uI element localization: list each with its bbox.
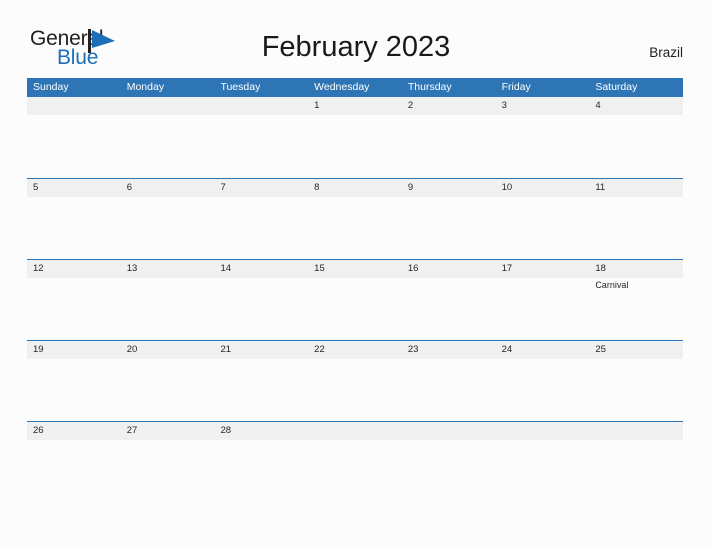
- weekday-header-tuesday: Tuesday: [220, 81, 261, 93]
- calendar-day-cell[interactable]: 2: [402, 97, 496, 178]
- day-number: 19: [33, 344, 44, 355]
- day-number: 28: [220, 425, 232, 436]
- calendar-day-cell[interactable]: [589, 422, 683, 502]
- day-number: 24: [501, 344, 513, 355]
- page-title: February 2023: [261, 31, 451, 63]
- day-number: 26: [33, 425, 44, 436]
- calendar-day-cell[interactable]: 11: [589, 179, 683, 259]
- day-number: 14: [220, 263, 232, 274]
- weekday-header-saturday: Saturday: [595, 81, 638, 93]
- calendar-day-cell[interactable]: 10: [496, 179, 590, 259]
- calendar-day-cell[interactable]: [214, 97, 308, 178]
- calendar-weeks: 1 2 3 4 5 6 7 8 9 10 11 12 13 14 15 16 17 18 Carnival 19 20 2…: [27, 97, 683, 502]
- day-number: 20: [126, 344, 138, 355]
- calendar-day-cell[interactable]: 8: [308, 179, 402, 259]
- day-number: 18: [595, 263, 606, 274]
- day-event-list: Carnival: [595, 279, 683, 291]
- calendar-day-cell[interactable]: 6: [121, 179, 215, 259]
- day-number: 9: [407, 182, 414, 193]
- day-number: 13: [126, 263, 138, 274]
- day-number: 3: [501, 100, 507, 111]
- day-number: 15: [314, 263, 325, 274]
- calendar-day-cell[interactable]: [27, 97, 121, 178]
- calendar-day-cell[interactable]: 1: [308, 97, 402, 178]
- weekday-header-monday: Monday: [126, 81, 165, 93]
- day-number: 25: [595, 344, 606, 355]
- calendar-day-cell[interactable]: 18 Carnival: [589, 260, 683, 340]
- calendar-day-cell[interactable]: 17: [496, 260, 590, 340]
- weekday-header-thursday: Thursday: [407, 81, 452, 93]
- calendar-day-cell[interactable]: [121, 97, 215, 178]
- calendar-week-row: 26 27 28: [27, 421, 683, 502]
- day-number: 16: [407, 263, 419, 274]
- day-number: 17: [501, 263, 513, 274]
- week-cells: 19 20 21 22 23 24 25: [27, 341, 683, 421]
- day-number: 22: [314, 344, 325, 355]
- calendar-day-cell[interactable]: 20: [121, 341, 215, 421]
- calendar-day-cell[interactable]: 24: [496, 341, 590, 421]
- day-number: 12: [33, 263, 44, 274]
- page-header: General Blue February 2023 Brazil: [0, 0, 712, 78]
- calendar-day-cell[interactable]: 9: [402, 179, 496, 259]
- calendar-day-cell[interactable]: [496, 422, 590, 502]
- day-number: 7: [220, 182, 226, 193]
- weekday-header-sunday: Sunday: [33, 81, 69, 93]
- calendar-day-cell[interactable]: 25: [589, 341, 683, 421]
- day-number: 11: [595, 182, 606, 193]
- weekday-header-wednesday: Wednesday: [314, 81, 370, 93]
- week-cells: 5 6 7 8 9 10 11: [27, 179, 683, 259]
- calendar-day-cell[interactable]: 23: [402, 341, 496, 421]
- day-number: 21: [220, 344, 232, 355]
- calendar-day-cell[interactable]: 16: [402, 260, 496, 340]
- calendar-week-row: 19 20 21 22 23 24 25: [27, 340, 683, 421]
- week-cells: 26 27 28: [27, 422, 683, 502]
- weekday-header-row: Sunday Monday Tuesday Wednesday Thursday…: [27, 78, 683, 97]
- calendar-day-cell[interactable]: 13: [121, 260, 215, 340]
- calendar-day-cell[interactable]: 15: [308, 260, 402, 340]
- week-cells: 12 13 14 15 16 17 18 Carnival: [27, 260, 683, 340]
- calendar-day-cell[interactable]: [308, 422, 402, 502]
- day-number: 5: [33, 182, 39, 193]
- calendar-day-cell[interactable]: 19: [27, 341, 121, 421]
- calendar-day-cell[interactable]: 14: [214, 260, 308, 340]
- calendar-day-cell[interactable]: 3: [496, 97, 590, 178]
- region-label: Brazil: [649, 45, 683, 60]
- weekday-header-friday: Friday: [501, 81, 531, 93]
- calendar-day-cell[interactable]: 22: [308, 341, 402, 421]
- calendar-day-cell[interactable]: 28: [214, 422, 308, 502]
- calendar-day-cell[interactable]: 21: [214, 341, 308, 421]
- calendar-day-cell[interactable]: 26: [27, 422, 121, 502]
- day-number: 27: [126, 425, 138, 436]
- week-cells: 1 2 3 4: [27, 97, 683, 178]
- calendar-day-cell[interactable]: 5: [27, 179, 121, 259]
- calendar-week-row: 12 13 14 15 16 17 18 Carnival: [27, 259, 683, 340]
- day-number: 6: [126, 182, 133, 193]
- calendar-day-cell[interactable]: 7: [214, 179, 308, 259]
- day-number: 4: [595, 100, 601, 111]
- calendar-grid: Sunday Monday Tuesday Wednesday Thursday…: [27, 78, 683, 502]
- calendar-day-cell[interactable]: 12: [27, 260, 121, 340]
- day-number: 1: [314, 100, 320, 111]
- calendar-week-row: 5 6 7 8 9 10 11: [27, 178, 683, 259]
- calendar-week-row: 1 2 3 4: [27, 97, 683, 178]
- day-number: 8: [314, 182, 320, 193]
- calendar-day-cell[interactable]: 4: [589, 97, 683, 178]
- calendar-day-cell[interactable]: [402, 422, 496, 502]
- calendar-day-cell[interactable]: 27: [121, 422, 215, 502]
- day-number: 10: [501, 182, 513, 193]
- day-number: 23: [407, 344, 419, 355]
- day-number: 2: [407, 100, 414, 111]
- holiday-event: Carnival: [595, 280, 629, 290]
